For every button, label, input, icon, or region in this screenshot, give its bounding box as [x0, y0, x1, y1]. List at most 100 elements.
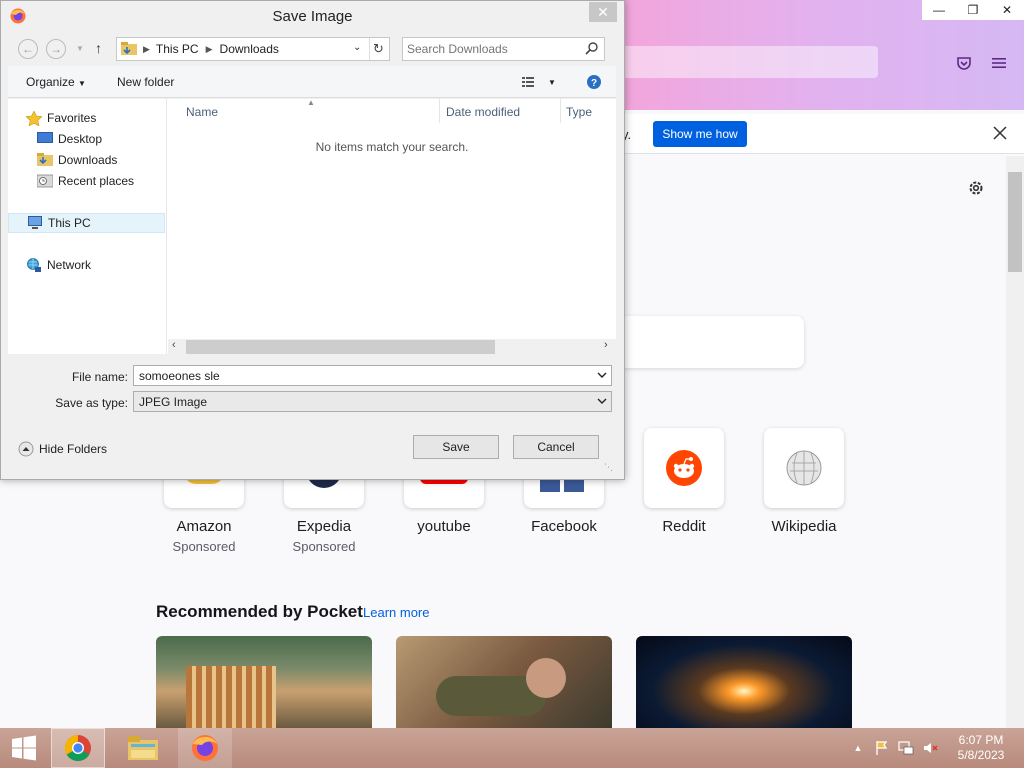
file-name-value: somoeones sle: [139, 369, 220, 383]
nav-favorites[interactable]: Favorites: [25, 108, 182, 128]
organize-button[interactable]: Organize ▼: [26, 75, 86, 89]
restore-icon[interactable]: ❐: [956, 0, 990, 20]
chevron-down-icon[interactable]: ⌄: [353, 42, 361, 53]
nav-label: Downloads: [58, 153, 118, 167]
recent-locations-icon[interactable]: ▼: [76, 44, 84, 53]
command-bar: Organize ▼ New folder ▼ ?: [8, 66, 616, 98]
save-type-select[interactable]: JPEG Image: [133, 391, 612, 412]
computer-icon: [27, 216, 43, 230]
scrollbar-thumb[interactable]: [1008, 172, 1022, 272]
file-name-field[interactable]: somoeones sle: [133, 365, 612, 386]
scroll-right-icon[interactable]: ›: [604, 339, 608, 351]
top-site-reddit[interactable]: [644, 428, 724, 508]
column-date-modified[interactable]: Date modified: [446, 105, 520, 119]
save-type-value: JPEG Image: [139, 395, 208, 409]
search-box[interactable]: [600, 316, 804, 368]
pocket-icon[interactable]: [955, 54, 973, 72]
nav-label: Desktop: [58, 132, 103, 146]
nav-network[interactable]: Network: [26, 255, 182, 275]
close-icon[interactable]: ✕: [990, 0, 1024, 20]
empty-message: No items match your search.: [315, 140, 469, 154]
top-site-label: Reddit: [662, 518, 706, 535]
pocket-heading: Recommended by Pocket: [156, 602, 363, 621]
nav-label: Network: [47, 258, 92, 272]
top-site-label: youtube: [417, 518, 471, 535]
action-center-icon[interactable]: [874, 740, 890, 756]
nav-this-pc[interactable]: This PC: [8, 213, 165, 233]
hide-folders-button[interactable]: Hide Folders: [18, 441, 107, 457]
tray-expand-icon[interactable]: ▲: [850, 740, 866, 756]
reddit-icon: [666, 450, 702, 486]
show-me-how-button[interactable]: Show me how: [653, 121, 747, 147]
search-field[interactable]: [402, 37, 605, 61]
top-site-label: Expedia: [296, 518, 352, 535]
new-folder-button[interactable]: New folder: [117, 75, 174, 89]
up-button[interactable]: ↑: [95, 40, 102, 56]
chevron-down-icon[interactable]: [597, 369, 607, 381]
pocket-card[interactable]: [396, 636, 612, 728]
window-controls: — ❐ ✕: [922, 0, 1024, 20]
dialog-titlebar: Save Image ✕: [1, 1, 624, 31]
file-explorer-icon: [128, 736, 158, 760]
start-button[interactable]: [0, 728, 48, 768]
collapse-icon: [18, 441, 34, 457]
breadcrumb-downloads[interactable]: Downloads: [220, 42, 279, 56]
svg-text:?: ?: [591, 78, 597, 89]
save-type-label: Save as type:: [55, 396, 128, 410]
back-button[interactable]: ←: [18, 39, 38, 59]
top-site-label: Wikipedia: [771, 518, 837, 535]
search-icon[interactable]: [585, 41, 599, 58]
top-site-label: Amazon: [176, 518, 232, 535]
minimize-icon[interactable]: —: [922, 0, 956, 20]
forward-button[interactable]: →: [46, 39, 66, 59]
top-site-wikipedia[interactable]: [764, 428, 844, 508]
cancel-button[interactable]: Cancel: [513, 435, 599, 459]
column-type[interactable]: Type: [566, 105, 592, 119]
save-button[interactable]: Save: [413, 435, 499, 459]
taskbar: [0, 728, 1024, 768]
nav-label: This PC: [48, 216, 91, 230]
nav-label: Recent places: [58, 174, 135, 188]
volume-muted-icon[interactable]: [922, 740, 938, 756]
refresh-icon[interactable]: ↻: [373, 41, 384, 57]
sponsored-label: Sponsored: [292, 539, 356, 554]
windows-icon: [12, 735, 36, 761]
scroll-left-icon[interactable]: ‹: [172, 339, 176, 351]
navigation-pane: Favorites Desktop Downloads Recent place…: [8, 99, 166, 354]
notification-close-icon[interactable]: [990, 123, 1010, 143]
chevron-down-icon[interactable]: [597, 395, 607, 407]
network-tray-icon[interactable]: [898, 740, 914, 756]
help-icon[interactable]: ?: [586, 74, 602, 93]
folder-icon: [121, 42, 137, 56]
horizontal-scroll-thumb[interactable]: [186, 340, 495, 354]
top-site-label: Facebook: [531, 518, 597, 535]
taskbar-firefox[interactable]: [178, 728, 232, 768]
pocket-card[interactable]: [636, 636, 852, 728]
resize-grip-icon[interactable]: ⋱: [604, 462, 613, 473]
search-input[interactable]: [407, 41, 577, 57]
clock[interactable]: 6:07 PM 5/8/2023: [948, 733, 1014, 763]
view-dropdown-icon[interactable]: ▼: [548, 78, 556, 87]
view-options-icon[interactable]: [522, 76, 538, 91]
pocket-learn-more-link[interactable]: Learn more: [363, 605, 429, 620]
pocket-card[interactable]: [156, 636, 372, 728]
file-name-label: File name:: [71, 370, 128, 384]
clock-time: 6:07 PM: [958, 733, 1004, 747]
taskbar-chrome[interactable]: [51, 728, 105, 768]
file-list-pane: ▲ Name Date modified Type No items match…: [166, 98, 616, 354]
sponsored-label: Sponsored: [172, 539, 236, 554]
downloads-folder-icon: [37, 153, 53, 167]
dialog-close-button[interactable]: ✕: [589, 2, 617, 22]
url-bar[interactable]: [620, 46, 878, 78]
chrome-icon: [64, 734, 91, 762]
network-icon: [26, 258, 42, 272]
breadcrumb-this-pc[interactable]: This PC: [156, 42, 199, 56]
address-bar[interactable]: ▶ This PC ▶ Downloads ⌄ ↻: [116, 37, 390, 61]
hide-folders-label: Hide Folders: [39, 442, 108, 456]
gear-icon[interactable]: [966, 178, 986, 198]
taskbar-file-explorer[interactable]: [116, 728, 170, 768]
dialog-title: Save Image: [272, 8, 353, 25]
column-name[interactable]: Name: [186, 105, 218, 119]
firefox-icon: [192, 735, 218, 761]
menu-icon[interactable]: [990, 54, 1008, 72]
